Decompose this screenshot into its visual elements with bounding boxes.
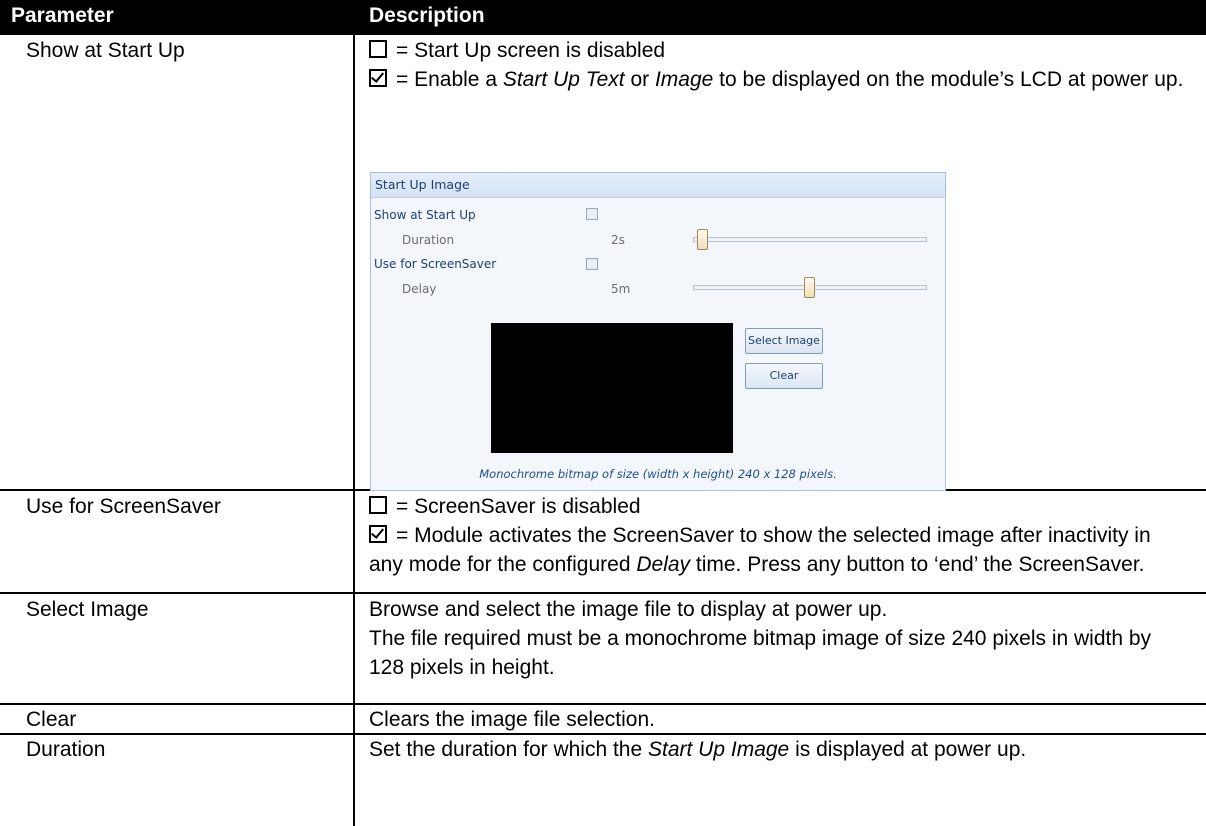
- duration-label: Duration: [402, 233, 455, 247]
- show-at-start-up-label: Show at Start Up: [374, 208, 476, 222]
- duration-slider-thumb[interactable]: [697, 229, 709, 250]
- desc-clear: Clears the image file selection.: [369, 708, 655, 731]
- header-parameter: Parameter: [11, 4, 114, 27]
- use-for-screensaver-checkbox[interactable]: [586, 258, 598, 270]
- clear-button[interactable]: Clear: [745, 363, 823, 389]
- duration-value: 2s: [611, 233, 625, 247]
- checked-box-icon: [369, 69, 387, 87]
- header-description: Description: [369, 4, 485, 27]
- panel-title: Start Up Image: [371, 173, 945, 198]
- checked-box-icon: [369, 525, 387, 543]
- unchecked-box-icon: [369, 496, 387, 514]
- desc-select-image: Browse and select the image file to disp…: [369, 598, 1152, 679]
- start-up-image-panel: Start Up Image Show at Start Up Duration…: [370, 172, 946, 491]
- param-duration: Duration: [26, 738, 106, 761]
- param-clear: Clear: [26, 708, 77, 731]
- select-image-button[interactable]: Select Image: [745, 328, 823, 354]
- table-header: Parameter Description: [0, 0, 1206, 35]
- desc-show-at-start-up: = Start Up screen is disabled = Enable a…: [369, 36, 1189, 94]
- use-for-screensaver-label: Use for ScreenSaver: [374, 257, 497, 271]
- duration-slider-track[interactable]: [693, 237, 927, 242]
- delay-value: 5m: [611, 282, 631, 296]
- show-at-start-up-checkbox[interactable]: [586, 208, 598, 220]
- unchecked-box-icon: [369, 40, 387, 58]
- desc-duration: Set the duration for which the Start Up …: [369, 738, 1027, 761]
- bitmap-preview: [491, 323, 733, 453]
- param-select-image: Select Image: [26, 598, 149, 621]
- param-show-at-start-up: Show at Start Up: [26, 39, 185, 62]
- column-divider: [353, 35, 355, 826]
- delay-label: Delay: [402, 282, 437, 296]
- desc-use-for-screensaver: = ScreenSaver is disabled = Module activ…: [369, 495, 1151, 576]
- bitmap-caption: Monochrome bitmap of size (width x heigh…: [479, 467, 837, 481]
- row-separator: [0, 592, 1206, 594]
- delay-slider-thumb[interactable]: [803, 277, 815, 298]
- param-use-for-screensaver: Use for ScreenSaver: [26, 495, 221, 518]
